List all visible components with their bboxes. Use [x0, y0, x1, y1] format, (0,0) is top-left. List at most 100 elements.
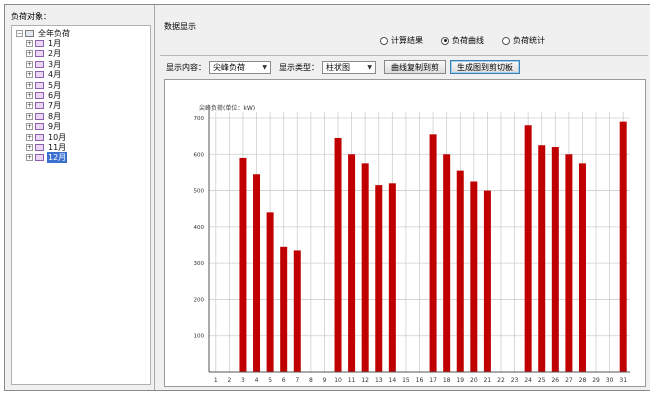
tree-item-month[interactable]: +3月: [26, 59, 62, 69]
folder-icon: [25, 29, 34, 37]
x-tick-label: 28: [579, 377, 587, 384]
expand-icon[interactable]: +: [26, 102, 33, 110]
x-tick-label: 10: [334, 377, 342, 384]
bar: [551, 147, 559, 372]
tree-item-month[interactable]: +1月: [26, 38, 62, 48]
copy-curve-button[interactable]: 曲线复制到剪: [384, 60, 446, 74]
folder-icon: [35, 154, 44, 162]
folder-icon: [35, 39, 44, 47]
folder-icon: [35, 71, 44, 79]
display-type-select[interactable]: 柱状图 ▼: [322, 60, 376, 74]
expand-icon[interactable]: +: [26, 112, 33, 120]
tree-item-month[interactable]: +9月: [26, 122, 62, 132]
tree-item-month[interactable]: +6月: [26, 90, 62, 100]
bar: [334, 137, 342, 372]
radio-calc-result-indicator[interactable]: [380, 36, 388, 45]
chart-area: 尖峰负荷(单位：kW) 100 200 300 400 500 600 700 1 2 3 4 5 6 7…: [164, 79, 646, 387]
bar: [293, 250, 301, 372]
bar: [538, 145, 546, 372]
collapse-icon[interactable]: −: [16, 29, 23, 37]
expand-icon[interactable]: +: [26, 133, 33, 141]
x-tick-label: 27: [565, 377, 573, 384]
expand-icon[interactable]: +: [26, 123, 33, 131]
bar: [253, 174, 261, 372]
expand-icon[interactable]: +: [26, 143, 33, 151]
divider: [160, 55, 648, 56]
display-content-label: 显示内容：: [166, 62, 206, 72]
radio-calc-result[interactable]: 计算结果: [380, 35, 423, 46]
tree-item-label: 11月: [48, 142, 67, 152]
radio-load-curve-indicator[interactable]: [441, 36, 449, 45]
display-type-value: 柱状图: [326, 62, 350, 72]
expand-icon[interactable]: +: [26, 50, 33, 58]
tree-item-label: 10月: [48, 132, 67, 142]
expand-icon[interactable]: +: [26, 60, 33, 68]
x-tick-label: 11: [348, 377, 356, 384]
y-tick-label: 300: [194, 261, 205, 267]
load-object-title: 负荷对象：: [11, 12, 51, 21]
view-mode-radio-group: 计算结果 负荷曲线 负荷统计: [380, 35, 545, 46]
display-content-select[interactable]: 尖峰负荷 ▼: [209, 60, 271, 74]
tree-item-label: 6月: [48, 90, 62, 100]
tree-item-label: 5月: [48, 80, 62, 90]
tree-item-month[interactable]: +4月: [26, 70, 62, 80]
tree-item-label: 4月: [48, 70, 62, 80]
expand-icon[interactable]: +: [26, 39, 33, 47]
tree-item-month[interactable]: +8月: [26, 111, 62, 121]
x-tick-label: 31: [619, 377, 627, 384]
radio-load-stats-indicator[interactable]: [502, 36, 510, 45]
y-tick-label: 600: [194, 152, 205, 158]
tree-item-label: 9月: [48, 122, 62, 132]
y-tick-label: 500: [194, 189, 205, 195]
tree-item-month[interactable]: +12月: [26, 152, 68, 164]
display-content-value: 尖峰负荷: [213, 62, 245, 72]
tree-item-label: 全年负荷: [38, 28, 70, 38]
expand-icon[interactable]: +: [26, 81, 33, 89]
x-tick-label: 18: [443, 377, 451, 384]
load-object-panel: 负荷对象： − 全年负荷 +1月 +2月 +3月 +4月 +5月 +6月 +7月 +8月 +9月 +1…: [5, 5, 155, 390]
generate-chart-button[interactable]: 生成图到剪切板: [450, 60, 520, 74]
radio-load-stats[interactable]: 负荷统计: [502, 35, 545, 46]
load-bar-chart: 1002003004005006007001 2 3 4 5 6 7 8 9 10 11 12 13 14…: [194, 110, 630, 384]
bar: [239, 157, 247, 372]
load-object-tree[interactable]: − 全年负荷 +1月 +2月 +3月 +4月 +5月 +6月 +7月 +8月 +9月 +10月 +11月…: [11, 25, 151, 385]
x-tick-label: 14: [389, 377, 397, 384]
x-tick-label: 15: [402, 377, 410, 384]
bar: [266, 212, 274, 372]
tree-item-root[interactable]: − 全年负荷: [16, 28, 71, 38]
data-display-title: 数据显示: [164, 22, 196, 31]
y-tick-label: 100: [194, 334, 205, 340]
bar: [470, 181, 478, 372]
x-tick-label: 23: [511, 377, 519, 384]
tree-item-month[interactable]: +11月: [26, 142, 67, 152]
tree-item-month[interactable]: +5月: [26, 80, 62, 90]
tree-item-month[interactable]: +7月: [26, 101, 62, 111]
tree-item-month[interactable]: +2月: [26, 49, 62, 59]
tree-item-label: 3月: [48, 59, 62, 69]
bar: [388, 183, 396, 372]
expand-icon[interactable]: +: [26, 91, 33, 99]
y-tick-label: 700: [194, 116, 205, 122]
radio-load-curve[interactable]: 负荷曲线: [441, 35, 484, 46]
x-tick-label: 19: [456, 377, 464, 384]
folder-icon: [35, 102, 44, 110]
bar: [578, 163, 586, 372]
folder-icon: [35, 123, 44, 131]
folder-icon: [35, 91, 44, 99]
expand-icon[interactable]: +: [26, 71, 33, 79]
folder-icon: [35, 81, 44, 89]
tree-item-month[interactable]: +10月: [26, 132, 67, 142]
folder-icon: [35, 60, 44, 68]
x-tick-label: 17: [429, 377, 437, 384]
expand-icon[interactable]: +: [26, 154, 33, 162]
x-tick-label: 13: [375, 377, 383, 384]
bar: [361, 163, 369, 372]
x-tick-label: 20: [470, 377, 478, 384]
folder-icon: [35, 50, 44, 58]
data-display-panel: 数据显示 计算结果 负荷曲线 负荷统计 显示内容： 尖峰负荷 ▼ 显示类型： 柱…: [156, 5, 650, 390]
bar: [456, 170, 464, 372]
x-tick-label: 3: [241, 377, 245, 384]
tree-item-label: 1月: [48, 38, 62, 48]
chevron-down-icon: ▼: [262, 63, 267, 71]
bar: [443, 154, 451, 372]
